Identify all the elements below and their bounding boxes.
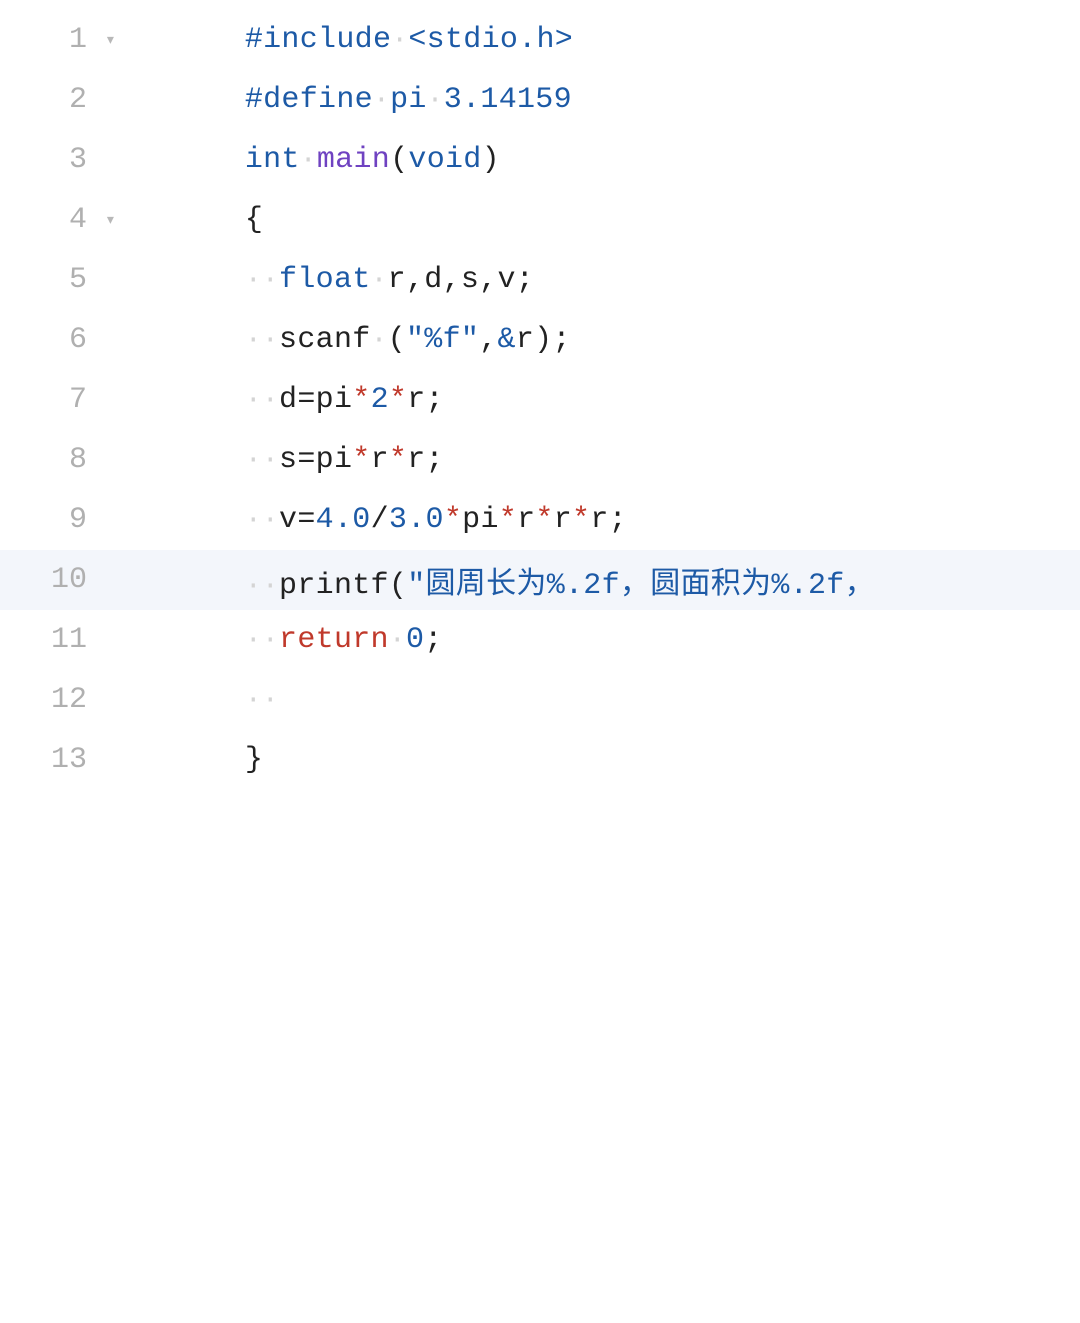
line-number: 8 bbox=[0, 443, 105, 477]
line-number: 9 bbox=[0, 503, 105, 537]
code-editor[interactable]: 1 ▾ #include·<stdio.h> 2 #define·pi·3.14… bbox=[0, 0, 1080, 790]
line-number: 6 bbox=[0, 323, 105, 357]
code-line[interactable]: 13 } bbox=[0, 730, 1080, 790]
line-number: 12 bbox=[0, 683, 105, 717]
brace-close: } bbox=[245, 743, 263, 777]
line-number: 10 bbox=[0, 563, 105, 597]
line-number: 4 bbox=[0, 203, 105, 237]
fold-toggle-icon[interactable]: ▾ bbox=[105, 209, 135, 231]
line-number: 3 bbox=[0, 143, 105, 177]
line-number: 11 bbox=[0, 623, 105, 657]
fold-toggle-icon[interactable]: ▾ bbox=[105, 29, 135, 51]
code-content[interactable]: } bbox=[135, 709, 1080, 811]
line-number: 5 bbox=[0, 263, 105, 297]
line-number: 7 bbox=[0, 383, 105, 417]
line-number: 2 bbox=[0, 83, 105, 117]
line-number: 1 bbox=[0, 23, 105, 57]
line-number: 13 bbox=[0, 743, 105, 777]
